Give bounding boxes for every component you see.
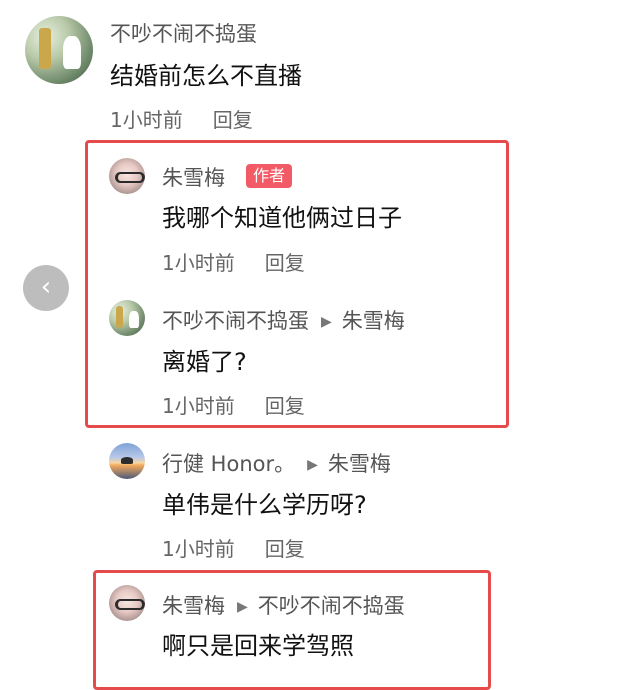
- avatar[interactable]: [109, 300, 145, 336]
- reply-text: 我哪个知道他俩过日子: [162, 204, 402, 232]
- reply-author: 朱雪梅 ▶ 不吵不闹不捣蛋: [162, 590, 405, 620]
- highlight-box: [85, 140, 509, 428]
- avatar[interactable]: [109, 158, 145, 194]
- reply-author-name[interactable]: 行健 Honor。: [162, 452, 295, 476]
- comment-meta: 1小时前 回复: [110, 104, 253, 133]
- avatar[interactable]: [25, 16, 93, 84]
- reply-button[interactable]: 回复: [213, 108, 253, 132]
- comment-text: 结婚前怎么不直播: [110, 62, 302, 90]
- reply-author: 不吵不闹不捣蛋 ▶ 朱雪梅: [162, 305, 405, 335]
- reply-text: 单伟是什么学历呀?: [162, 491, 367, 519]
- reply-author-name[interactable]: 不吵不闹不捣蛋: [162, 309, 309, 333]
- avatar[interactable]: [109, 443, 145, 479]
- timestamp: 1小时前: [162, 251, 235, 275]
- author-badge: 作者: [246, 164, 293, 188]
- reply-button[interactable]: 回复: [265, 251, 305, 275]
- reply-button[interactable]: 回复: [265, 537, 305, 561]
- reply-button[interactable]: 回复: [265, 394, 305, 418]
- timestamp: 1小时前: [162, 394, 235, 418]
- triangle-right-icon: ▶: [321, 314, 332, 330]
- reply-text: 啊只是回来学驾照: [162, 632, 354, 660]
- avatar[interactable]: [109, 585, 145, 621]
- reply-meta: 1小时前 回复: [162, 247, 305, 276]
- reply-author[interactable]: 朱雪梅: [162, 162, 225, 192]
- reply-author: 行健 Honor。 ▶ 朱雪梅: [162, 448, 391, 478]
- reply-to-name[interactable]: 不吵不闹不捣蛋: [258, 594, 405, 618]
- triangle-right-icon: ▶: [307, 457, 318, 473]
- reply-text: 离婚了?: [162, 348, 247, 376]
- timestamp: 1小时前: [110, 108, 183, 132]
- reply-to-name[interactable]: 朱雪梅: [342, 309, 405, 333]
- triangle-right-icon: ▶: [237, 599, 248, 615]
- comment-author[interactable]: 不吵不闹不捣蛋: [110, 18, 257, 48]
- reply-author-name[interactable]: 朱雪梅: [162, 594, 225, 618]
- reply-meta: 1小时前 回复: [162, 390, 305, 419]
- reply-meta: 1小时前 回复: [162, 533, 305, 562]
- chevron-left-icon[interactable]: ‹: [23, 265, 69, 311]
- timestamp: 1小时前: [162, 537, 235, 561]
- reply-to-name[interactable]: 朱雪梅: [328, 452, 391, 476]
